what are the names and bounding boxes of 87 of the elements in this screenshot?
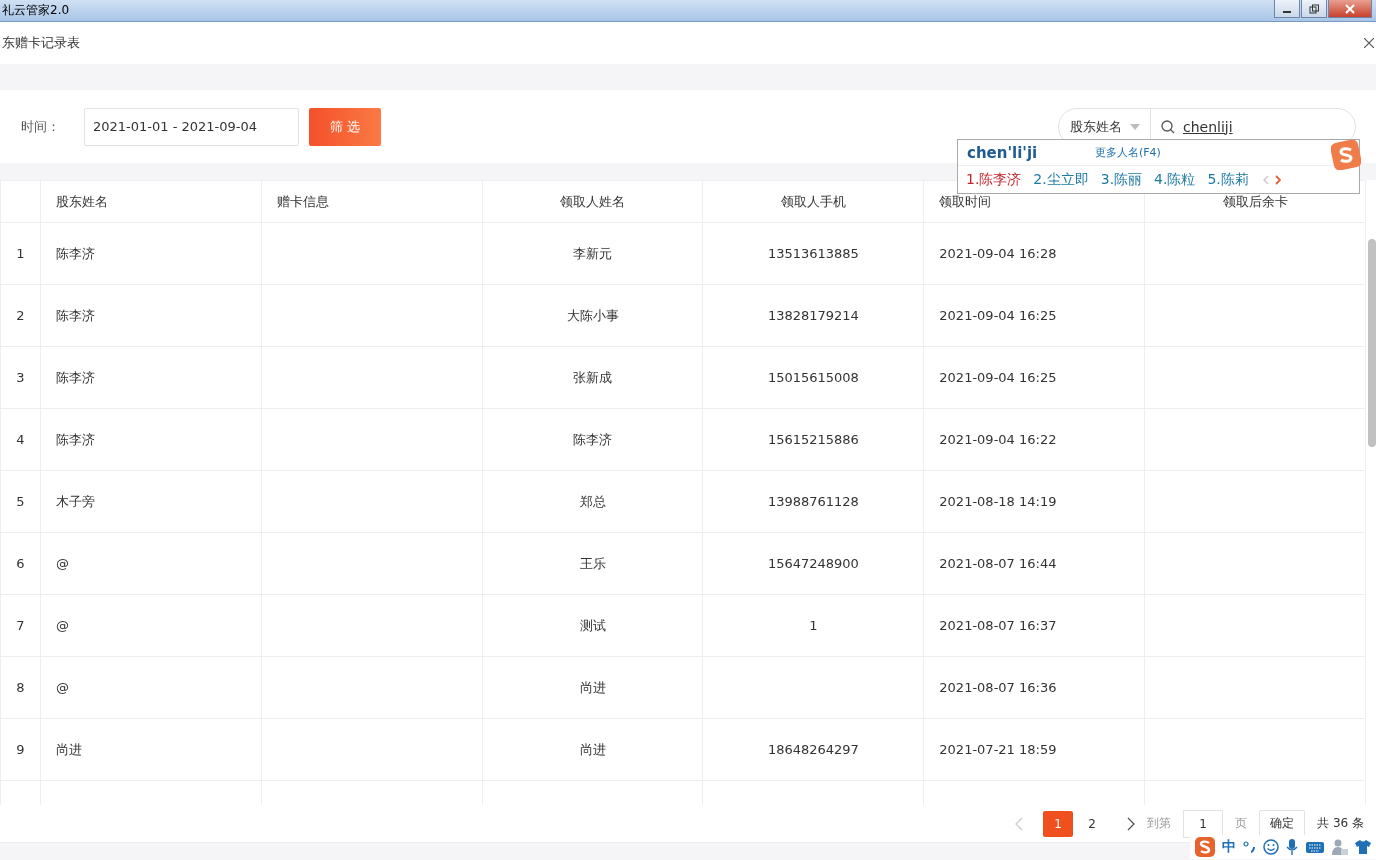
table-cell: 尚进: [579, 679, 606, 695]
table-cell: 2021-09-04 16:28: [939, 246, 1057, 261]
table-cell: 13513613885: [767, 246, 859, 261]
row-number: 4: [16, 432, 25, 447]
row-number: 3: [16, 370, 25, 385]
page-button[interactable]: 1: [1043, 810, 1074, 837]
row-number: 9: [16, 742, 25, 757]
table-cell: 2021-09-04 16:25: [939, 308, 1057, 323]
close-icon: [1345, 3, 1355, 14]
keyboard-icon[interactable]: [1304, 840, 1325, 854]
minimize-button[interactable]: [1274, 0, 1300, 18]
table-cell: 13828179214: [767, 308, 859, 323]
table-cell: 尚进: [579, 741, 606, 757]
table-cell: 2021-07-21 18:59: [939, 742, 1057, 757]
table-cell: 王乐: [579, 555, 606, 571]
column-header: 领取人姓名: [560, 193, 626, 209]
table-cell: @: [56, 618, 69, 633]
table-cell: 大陈小事: [566, 307, 619, 323]
table-cell: 尚进: [56, 741, 82, 757]
column-header: 领取后余卡: [1222, 193, 1288, 209]
minimize-icon: [1283, 10, 1291, 13]
table-cell: 陈李济: [56, 431, 95, 447]
total-count: 共 36 条: [1317, 815, 1364, 832]
table-cell: 陈李济: [56, 369, 95, 385]
input-mode-toggle[interactable]: 中: [1221, 838, 1236, 856]
row-number: 6: [16, 556, 25, 571]
table-cell: 15647248900: [767, 556, 859, 571]
candidate-option[interactable]: 1.陈李济: [966, 170, 1022, 189]
punctuation-icon[interactable]: [1241, 839, 1258, 855]
next-page-icon[interactable]: [1127, 816, 1136, 831]
table-cell: 2021-08-07 16:44: [939, 556, 1057, 571]
table-cell: 陈李济: [56, 307, 95, 323]
page-unit-label: 页: [1235, 815, 1248, 832]
shirt-icon[interactable]: [1354, 839, 1372, 855]
table-cell: 2021-09-04 16:25: [939, 370, 1057, 385]
table-cell: 13988761128: [767, 494, 859, 509]
date-range-field[interactable]: 2021-01-01 - 2021-09-04: [84, 107, 299, 146]
table-cell: 2021-08-07 16:36: [939, 680, 1057, 695]
row-number: 8: [16, 680, 25, 695]
row-number: 5: [16, 494, 25, 509]
candidate-option[interactable]: 5.陈莉: [1207, 170, 1249, 189]
row-number: 7: [16, 618, 25, 633]
confirm-button[interactable]: 确定: [1259, 809, 1306, 838]
table-cell: 18648264297: [767, 742, 859, 757]
table-cell: 2021-08-07 16:37: [939, 618, 1057, 633]
table-cell: 郑总: [579, 493, 606, 509]
search-icon: [1161, 119, 1175, 134]
row-number: 1: [16, 246, 25, 261]
table-cell: 1: [809, 618, 818, 633]
row-number: 2: [16, 308, 25, 323]
column-header: 赠卡信息: [276, 193, 329, 209]
column-header: 领取人手机: [780, 193, 846, 209]
goto-label: 到第: [1147, 815, 1172, 832]
table-cell: @: [56, 680, 69, 695]
search-type-dropdown[interactable]: 股东姓名: [1070, 117, 1122, 136]
restore-button[interactable]: [1301, 0, 1327, 18]
time-label: 时间：: [21, 117, 60, 136]
table-cell: 15015615008: [767, 370, 859, 385]
column-header: 股东姓名: [56, 193, 108, 209]
microphone-icon[interactable]: [1285, 838, 1299, 856]
more-names-link[interactable]: 更多人名(F4): [1095, 145, 1161, 160]
close-button[interactable]: [1328, 0, 1372, 18]
window-title: 礼云管家2.0: [2, 2, 70, 19]
close-icon[interactable]: [1364, 38, 1374, 48]
table-cell: 2021-08-18 14:19: [939, 494, 1057, 509]
table-cell: 2021-09-04 16:22: [939, 432, 1057, 447]
table-cell: 张新成: [573, 369, 613, 385]
page-title: 东赠卡记录表: [2, 34, 80, 52]
pinyin-composition: chen'li'ji: [967, 143, 1039, 162]
restore-icon: [1309, 3, 1319, 14]
table-cell: @: [56, 556, 69, 571]
candidate-option[interactable]: 4.陈粒: [1154, 170, 1196, 189]
caret-icon: [1130, 123, 1140, 130]
table-cell: 测试: [579, 617, 606, 633]
page-number-field[interactable]: 1: [1183, 809, 1224, 838]
table-cell: 木子旁: [56, 493, 95, 509]
candidate-option[interactable]: 2.尘立即: [1033, 170, 1089, 189]
filter-button[interactable]: 筛 选: [309, 107, 381, 146]
smiley-icon[interactable]: [1263, 839, 1280, 855]
table-cell: 陈李济: [56, 245, 95, 261]
column-header: 领取时间: [939, 193, 992, 209]
candidate-option[interactable]: 3.陈丽: [1100, 170, 1143, 189]
ime-logo-icon[interactable]: [1194, 836, 1216, 858]
table-cell: 15615215886: [767, 432, 859, 447]
table-cell: 陈李济: [573, 431, 613, 447]
table-cell: 李新元: [573, 245, 613, 261]
search-value: chenliji: [1183, 118, 1233, 135]
